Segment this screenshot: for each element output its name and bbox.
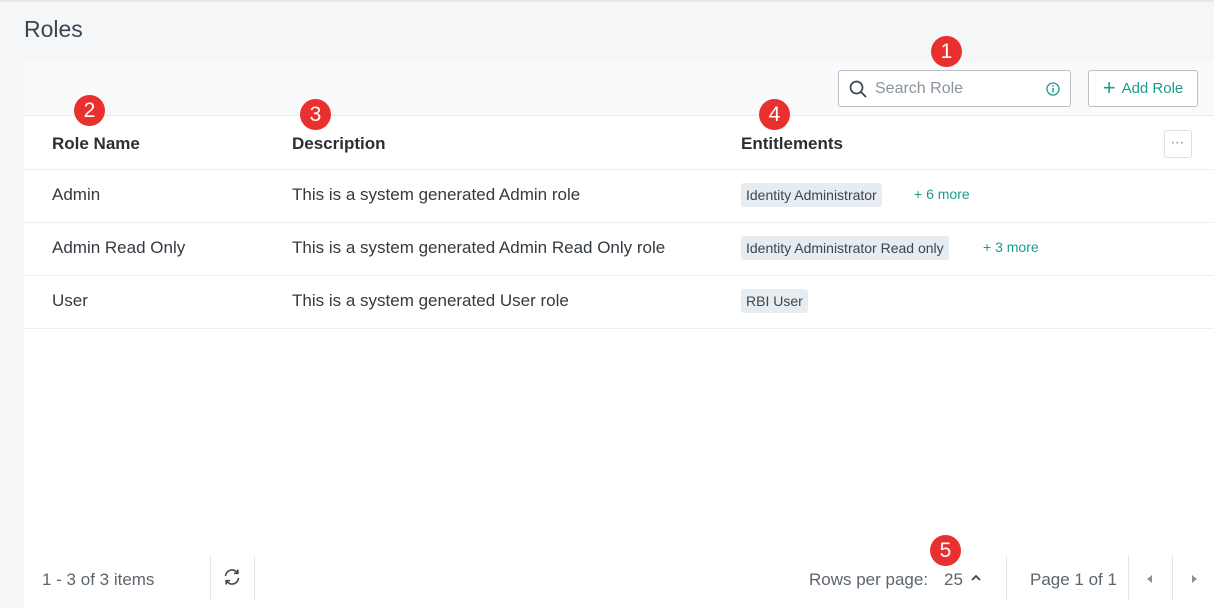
page-info: Page 1 of 1	[1030, 570, 1117, 589]
annotation-badge-1: 1	[931, 36, 962, 67]
role-name-cell: Admin	[52, 185, 101, 204]
entitlement-tag: Identity Administrator	[741, 183, 882, 207]
search-icon	[849, 80, 867, 98]
column-header-description[interactable]: Description	[292, 134, 386, 154]
divider	[1128, 556, 1129, 600]
column-menu-button[interactable]: ⋯	[1164, 130, 1192, 158]
divider	[210, 556, 211, 600]
toolbar: + Add Role	[24, 62, 1214, 116]
search-box[interactable]	[838, 70, 1071, 107]
search-input[interactable]	[875, 77, 1035, 101]
rows-per-page-select[interactable]: 25	[944, 570, 963, 590]
description-cell: This is a system generated Admin role	[292, 185, 581, 204]
add-role-label: Add Role	[1121, 80, 1184, 97]
table-footer: 1 - 3 of 3 items Rows per page: 25 Page …	[24, 552, 1214, 608]
table-row[interactable]: Admin Read Only This is a system generat…	[24, 223, 1214, 276]
plus-icon: +	[1102, 74, 1116, 100]
annotation-badge-4: 4	[759, 99, 790, 130]
role-name-cell: Admin Read Only	[52, 238, 186, 257]
annotation-badge-3: 3	[300, 99, 331, 130]
page-title: Roles	[24, 16, 83, 42]
add-role-button[interactable]: + Add Role	[1088, 70, 1198, 107]
more-entitlements-link[interactable]: + 3 more	[983, 239, 1039, 255]
divider	[254, 556, 255, 600]
roles-panel: + Add Role Role Name Description Entitle…	[24, 62, 1214, 608]
more-entitlements-link[interactable]: + 6 more	[914, 186, 970, 202]
description-cell: This is a system generated User role	[292, 291, 569, 310]
annotation-badge-2: 2	[74, 95, 105, 126]
next-page-icon[interactable]	[1189, 573, 1199, 585]
entitlement-tag: Identity Administrator Read only	[741, 236, 949, 260]
table-row[interactable]: Admin This is a system generated Admin r…	[24, 170, 1214, 223]
top-border	[0, 0, 1214, 2]
refresh-icon[interactable]	[222, 567, 242, 587]
divider	[1006, 556, 1007, 600]
annotation-badge-5: 5	[930, 535, 961, 566]
chevron-up-icon[interactable]	[970, 572, 982, 584]
column-header-role-name[interactable]: Role Name	[52, 134, 140, 154]
divider	[1172, 556, 1173, 600]
description-cell: This is a system generated Admin Read On…	[292, 238, 666, 257]
items-count: 1 - 3 of 3 items	[42, 570, 155, 589]
table-row[interactable]: User This is a system generated User rol…	[24, 276, 1214, 329]
entitlement-tag: RBI User	[741, 289, 808, 313]
role-name-cell: User	[52, 291, 88, 310]
rows-per-page-label: Rows per page:	[809, 570, 929, 589]
info-icon[interactable]	[1046, 82, 1060, 96]
column-header-entitlements[interactable]: Entitlements	[741, 134, 843, 154]
table-header: Role Name Description Entitlements ⋯	[24, 116, 1214, 170]
prev-page-icon[interactable]	[1145, 573, 1155, 585]
